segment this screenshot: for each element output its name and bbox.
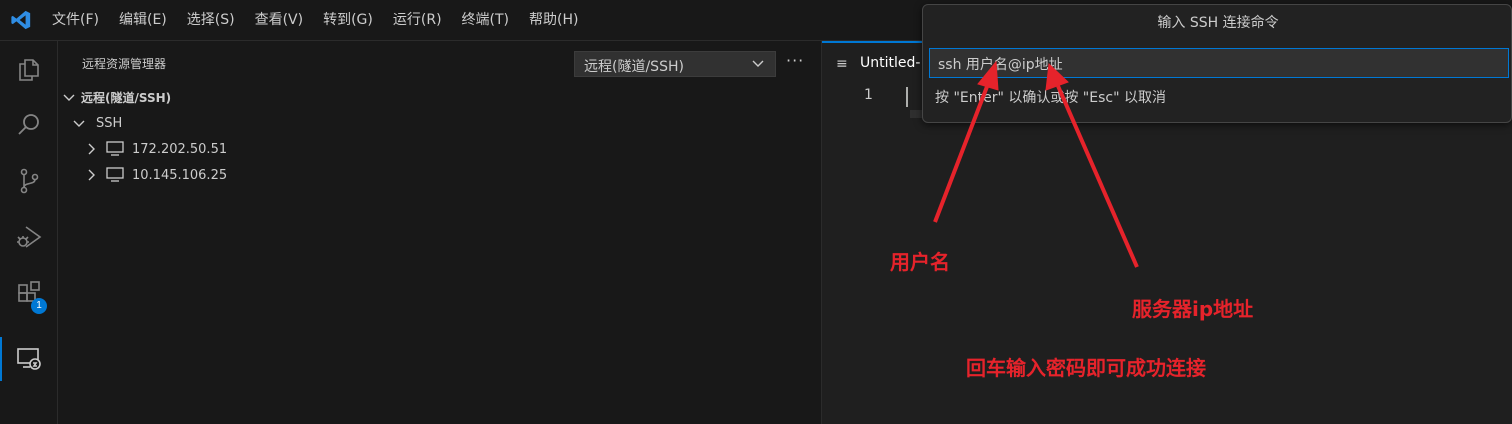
- more-actions-button[interactable]: ···: [786, 51, 804, 70]
- menu-go[interactable]: 转到(G): [313, 0, 383, 41]
- monitor-icon: [106, 141, 124, 156]
- annotation-server-ip: 服务器ip地址: [1132, 297, 1254, 321]
- text-cursor: [906, 87, 908, 107]
- extensions-badge: 1: [31, 298, 47, 314]
- menu-edit[interactable]: 编辑(E): [109, 0, 177, 41]
- activity-run-debug[interactable]: [0, 209, 58, 265]
- chevron-right-icon: [88, 169, 95, 181]
- search-icon: [18, 114, 39, 135]
- menu-file[interactable]: 文件(F): [42, 0, 109, 41]
- remote-explorer-sidebar: 远程资源管理器 远程(隧道/SSH) ··· 远程(隧道/SSH) SSH 17…: [58, 41, 822, 424]
- menu-help[interactable]: 帮助(H): [519, 0, 588, 41]
- vscode-logo-icon: [11, 10, 31, 30]
- files-icon: [19, 59, 39, 81]
- menu-view[interactable]: 查看(V): [245, 0, 314, 41]
- activity-explorer[interactable]: [0, 41, 58, 97]
- menu-selection[interactable]: 选择(S): [177, 0, 245, 41]
- run-debug-icon: [17, 226, 42, 248]
- menu-terminal[interactable]: 终端(T): [452, 0, 519, 41]
- host-label: 10.145.106.25: [132, 167, 228, 183]
- source-control-icon: [20, 168, 39, 194]
- chevron-down-icon: [73, 120, 85, 127]
- activity-search[interactable]: [0, 97, 58, 153]
- sidebar-title: 远程资源管理器: [82, 57, 167, 71]
- remote-explorer-icon: [17, 348, 41, 370]
- ssh-quick-input: 输入 SSH 连接命令 ssh 用户名@ip地址 按 "Enter" 以确认或按…: [922, 4, 1512, 123]
- annotation-enter-password: 回车输入密码即可成功连接: [966, 356, 1206, 380]
- host-item[interactable]: 172.202.50.51: [84, 137, 227, 161]
- ssh-command-input[interactable]: ssh 用户名@ip地址: [929, 48, 1509, 78]
- monitor-icon: [106, 167, 124, 182]
- group-ssh[interactable]: SSH: [72, 111, 122, 135]
- group-label: SSH: [96, 115, 123, 131]
- tab-label: Untitled-: [860, 55, 921, 71]
- annotation-username: 用户名: [890, 250, 950, 274]
- remote-type-select[interactable]: 远程(隧道/SSH): [574, 51, 776, 77]
- remote-type-value: 远程(隧道/SSH): [584, 59, 684, 75]
- activity-source-control[interactable]: [0, 153, 58, 209]
- quick-input-title: 输入 SSH 连接命令: [1157, 15, 1279, 31]
- ssh-command-value: ssh 用户名@ip地址: [938, 57, 1063, 73]
- host-item[interactable]: 10.145.106.25: [84, 163, 227, 187]
- activity-remote-explorer[interactable]: [0, 331, 58, 387]
- editor-tab[interactable]: ≡ Untitled-: [822, 41, 932, 84]
- menu-bar: 文件(F) 编辑(E) 选择(S) 查看(V) 转到(G) 运行(R) 终端(T…: [42, 0, 588, 41]
- menu-run[interactable]: 运行(R): [383, 0, 452, 41]
- activity-bar: 1: [0, 41, 58, 424]
- line-number: 1: [864, 87, 873, 103]
- chevron-right-icon: [88, 143, 95, 155]
- section-label: 远程(隧道/SSH): [81, 90, 172, 105]
- quick-input-hint: 按 "Enter" 以确认或按 "Esc" 以取消: [935, 90, 1166, 106]
- chevron-down-icon: [752, 60, 764, 67]
- host-label: 172.202.50.51: [132, 141, 228, 157]
- activity-extensions[interactable]: 1: [0, 265, 58, 321]
- section-remote-tunnels-ssh[interactable]: 远程(隧道/SSH): [62, 85, 171, 109]
- chevron-down-icon: [63, 94, 75, 101]
- text-file-icon: ≡: [836, 56, 848, 72]
